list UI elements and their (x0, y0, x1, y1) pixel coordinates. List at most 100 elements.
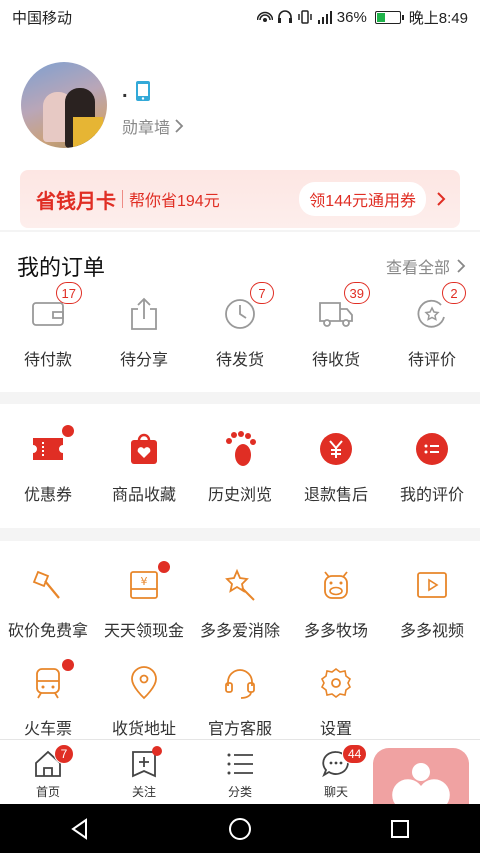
customer-service-entry[interactable]: 官方客服 (192, 663, 288, 739)
tab-label: 聊天 (323, 785, 348, 799)
tab-label: 关注 (131, 785, 156, 799)
location-icon (124, 663, 164, 703)
tab-chat[interactable]: 44 聊天 (288, 740, 384, 804)
bargain-entry[interactable]: 砍价免费拿 (0, 565, 96, 641)
refund-entry[interactable]: 退款售后 (288, 429, 384, 505)
nickname[interactable]: . (122, 80, 128, 103)
service-label: 优惠券 (23, 487, 72, 504)
headphone-icon (277, 10, 292, 23)
order-pending-shipment[interactable]: 7 待发货 (192, 282, 288, 370)
coupons-entry[interactable]: 优惠券 (0, 425, 96, 505)
tab-badge: 7 (54, 744, 74, 764)
services-section: 优惠券 商品收藏 历史浏览 退款售后 我的评价 (0, 404, 480, 528)
ticket-icon (28, 425, 74, 469)
service-label: 历史浏览 (207, 487, 272, 504)
view-all-label: 查看全部 (385, 260, 450, 277)
signal-icon (317, 11, 332, 24)
refund-icon (316, 429, 356, 469)
video-icon (412, 565, 452, 605)
daily-cash-entry[interactable]: ¥ 天天领现金 (96, 561, 192, 641)
cash-envelope-icon: ¥ (124, 561, 170, 605)
avatar[interactable] (21, 62, 107, 148)
notification-dot (62, 425, 74, 437)
count-badge: 7 (250, 282, 274, 304)
farm-game-entry[interactable]: 多多牧场 (288, 565, 384, 641)
elimination-game-entry[interactable]: 多多爱消除 (192, 565, 288, 641)
coupon-button[interactable]: 领144元通用券 (299, 182, 426, 216)
tab-badge: 44 (342, 744, 368, 764)
axe-icon (28, 565, 68, 605)
history-entry[interactable]: 历史浏览 (192, 429, 288, 505)
settings-icon (316, 663, 356, 703)
chevron-right-icon (437, 192, 446, 206)
home-circle-icon[interactable] (228, 817, 252, 841)
carrier-name: 中国移动 (12, 9, 73, 27)
footprint-icon (220, 429, 260, 469)
order-pending-payment[interactable]: 17 待付款 (0, 282, 96, 370)
clock: 晚上8:49 (408, 9, 468, 27)
service-label: 商品收藏 (111, 487, 176, 504)
order-label: 待发货 (215, 352, 264, 369)
view-all-orders-link[interactable]: 查看全部 (386, 254, 466, 278)
savings-card-banner[interactable]: 省钱月卡 帮你省194元 领144元通用券 (20, 170, 460, 228)
tools-row-2: 火车票 收货地址 官方客服 设置 (0, 659, 480, 739)
video-entry[interactable]: 多多视频 (384, 565, 480, 641)
tab-follow[interactable]: 关注 (96, 740, 192, 804)
phone-bound-icon[interactable] (134, 80, 152, 102)
hotspot-icon (256, 11, 273, 22)
star-wand-icon (220, 565, 260, 605)
category-list-icon (227, 753, 253, 775)
tab-category[interactable]: 分类 (192, 740, 288, 804)
my-reviews-entry[interactable]: 我的评价 (384, 429, 480, 505)
tool-label: 收货地址 (111, 721, 176, 738)
truck-icon: 39 (316, 282, 370, 334)
order-label: 待收货 (311, 352, 360, 369)
order-label: 待付款 (23, 352, 72, 369)
share-icon (124, 294, 164, 334)
badge-wall-label: 勋章墙 (122, 120, 171, 137)
savings-card-subtitle: 帮你省194元 (129, 193, 220, 210)
badge-wall-link[interactable]: 勋章墙 (122, 114, 184, 138)
back-icon[interactable] (69, 817, 91, 840)
tool-label: 多多牧场 (303, 623, 368, 640)
order-label: 待评价 (407, 352, 456, 369)
train-ticket-entry[interactable]: 火车票 (0, 659, 96, 739)
status-bar: 中国移动 36% 晚上8:49 (0, 0, 480, 34)
profile-header: . 勋章墙 省钱月卡 帮你省194元 领144元通用券 (0, 34, 480, 230)
battery-icon (374, 10, 404, 24)
tool-label: 多多爱消除 (199, 623, 280, 640)
headset-icon (220, 663, 260, 703)
favorites-entry[interactable]: 商品收藏 (96, 429, 192, 505)
service-label: 退款售后 (303, 487, 368, 504)
tool-label: 多多视频 (399, 623, 464, 640)
favorite-bag-icon (124, 429, 164, 469)
divider (122, 190, 123, 208)
settings-entry[interactable]: 设置 (288, 663, 384, 739)
notification-dot (152, 746, 162, 756)
orders-header: 我的订单 查看全部 (17, 250, 466, 282)
order-pending-receipt[interactable]: 39 待收货 (288, 282, 384, 370)
my-orders-section: 我的订单 查看全部 17 待付款 待分享 7 待发货 39 待收货 2 待评价 (0, 232, 480, 392)
wallet-icon: 17 (28, 282, 82, 334)
tool-label: 设置 (319, 721, 352, 738)
recents-icon[interactable] (389, 818, 411, 840)
tool-label: 火车票 (23, 721, 72, 738)
order-label: 待分享 (119, 352, 168, 369)
tool-label: 天天领现金 (103, 623, 184, 640)
tab-label: 分类 (227, 785, 252, 799)
order-pending-share[interactable]: 待分享 (96, 294, 192, 370)
orders-title: 我的订单 (17, 255, 106, 280)
clock-icon: 7 (220, 282, 274, 334)
tab-home[interactable]: 7 首页 (0, 740, 96, 804)
order-status-row: 17 待付款 待分享 7 待发货 39 待收货 2 待评价 (0, 282, 480, 370)
count-badge: 17 (55, 282, 82, 304)
services-row: 优惠券 商品收藏 历史浏览 退款售后 我的评价 (0, 425, 480, 505)
notification-dot (158, 561, 170, 573)
service-label: 我的评价 (399, 487, 464, 504)
battery-percent: 36% (336, 8, 367, 26)
order-pending-review[interactable]: 2 待评价 (384, 282, 480, 370)
address-entry[interactable]: 收货地址 (96, 663, 192, 739)
chevron-right-icon (457, 259, 466, 273)
tools-section: 砍价免费拿 ¥ 天天领现金 多多爱消除 多多牧场 多多视频 火车票 收货地址 官… (0, 541, 480, 739)
count-badge: 39 (343, 282, 370, 304)
